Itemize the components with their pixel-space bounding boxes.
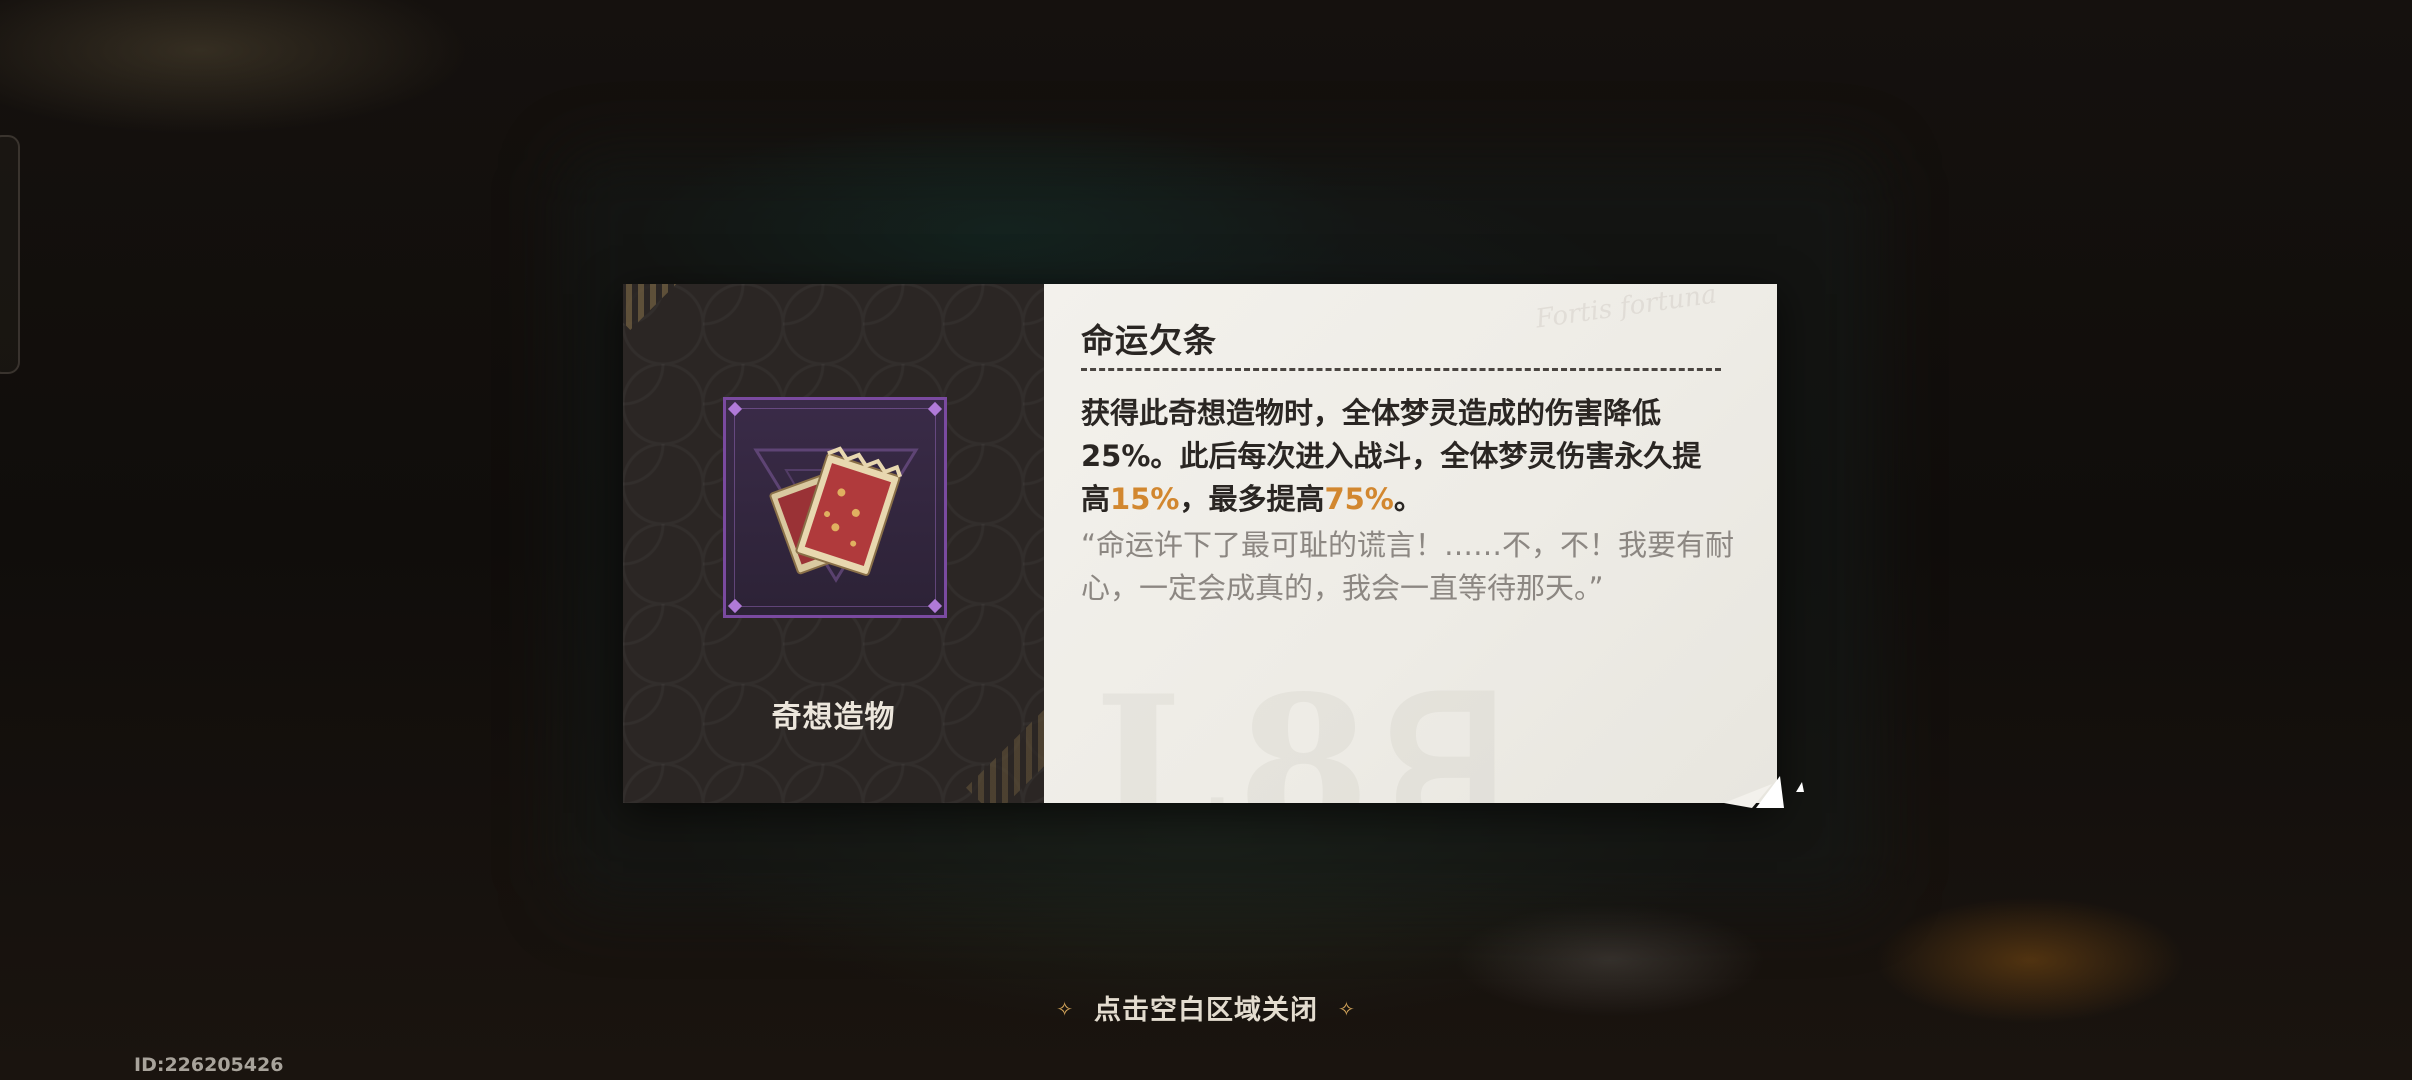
watermark-decoration: L8ꓭ bbox=[1094, 654, 1521, 803]
description-line-3-prefix: 高 bbox=[1081, 482, 1111, 516]
item-icon-panel: 奇想造物 bbox=[623, 284, 1044, 803]
description-line-2: 25%。此后每次进入战斗，全体梦灵伤害永久提 bbox=[1081, 439, 1702, 473]
diamond-sparkle-icon: ✧ bbox=[1056, 997, 1074, 1021]
close-hint[interactable]: ✧ 点击空白区域关闭 ✧ bbox=[0, 988, 2412, 1027]
damage-increase-value: 15% bbox=[1110, 482, 1180, 516]
description-line-3-suffix: 。 bbox=[1393, 482, 1423, 516]
item-description: 获得此奇想造物时，全体梦灵造成的伤害降低 25%。此后每次进入战斗，全体梦灵伤害… bbox=[1081, 392, 1741, 521]
item-detail-card: 奇想造物 L8ꓭ Fortis fortuna 命运欠条 获得此奇想造物时，全体… bbox=[623, 284, 1777, 803]
blurred-side-tab bbox=[0, 135, 20, 374]
damage-max-value: 75% bbox=[1324, 482, 1394, 516]
fate-iou-ticket-icon bbox=[769, 446, 903, 576]
diamond-sparkle-icon: ✧ bbox=[1338, 997, 1356, 1021]
item-icon-frame bbox=[723, 397, 947, 618]
corner-stripe-decoration bbox=[623, 284, 694, 330]
item-title: 命运欠条 bbox=[1081, 321, 1217, 360]
user-id-label: ID:226205426 bbox=[134, 1054, 284, 1076]
item-category-label: 奇想造物 bbox=[771, 700, 896, 735]
script-decoration: Fortis fortuna bbox=[1533, 284, 1719, 335]
flavor-text: “命运许下了最可耻的谎言！……不，不！我要有耐心，一定会成真的，我会一直等待那天… bbox=[1081, 528, 1735, 605]
title-divider bbox=[1081, 368, 1721, 371]
description-line-1: 获得此奇想造物时，全体梦灵造成的伤害降低 bbox=[1081, 396, 1662, 430]
card-corner-arrow-icon bbox=[1724, 776, 1804, 808]
item-info-panel: L8ꓭ Fortis fortuna 命运欠条 获得此奇想造物时，全体梦灵造成的… bbox=[1044, 284, 1777, 803]
background-overlay[interactable]: 奇想造物 L8ꓭ Fortis fortuna 命运欠条 获得此奇想造物时，全体… bbox=[0, 0, 2412, 1080]
description-line-3-mid: ，最多提高 bbox=[1179, 482, 1325, 516]
close-hint-text: 点击空白区域关闭 bbox=[1094, 995, 1318, 1026]
